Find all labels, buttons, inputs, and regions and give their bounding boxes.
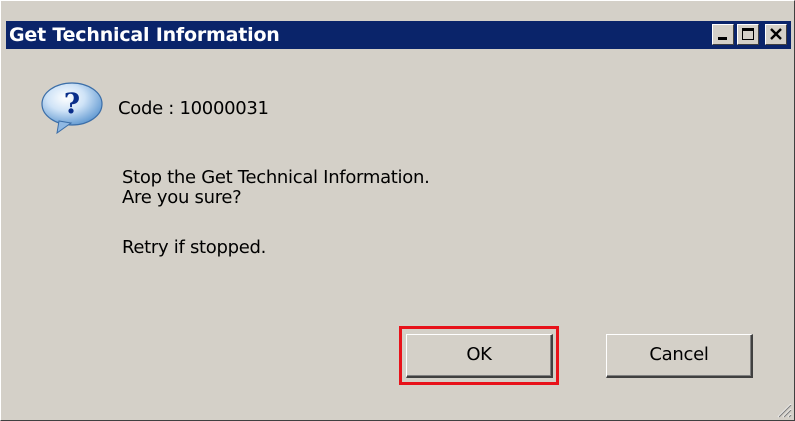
close-button[interactable] xyxy=(765,24,787,45)
minimize-icon xyxy=(718,37,727,40)
dialog-window: Get Technical Information ? Code : 10000… xyxy=(0,0,795,421)
title-bar[interactable]: Get Technical Information xyxy=(6,21,791,49)
maximize-button[interactable] xyxy=(737,24,759,45)
message-line-1: Stop the Get Technical Information. xyxy=(122,167,430,188)
window-title: Get Technical Information xyxy=(9,24,280,46)
maximize-icon xyxy=(742,28,754,40)
message-line-2: Are you sure? xyxy=(122,187,242,208)
svg-text:?: ? xyxy=(64,87,80,120)
cancel-button[interactable]: Cancel xyxy=(606,334,753,378)
error-code: Code : 10000031 xyxy=(118,98,269,119)
resize-grip-icon[interactable] xyxy=(772,398,792,418)
close-icon xyxy=(770,28,782,40)
question-icon: ? xyxy=(41,82,103,135)
ok-button[interactable]: OK xyxy=(406,334,553,378)
message-line-3: Retry if stopped. xyxy=(122,237,267,258)
minimize-button[interactable] xyxy=(712,24,734,45)
